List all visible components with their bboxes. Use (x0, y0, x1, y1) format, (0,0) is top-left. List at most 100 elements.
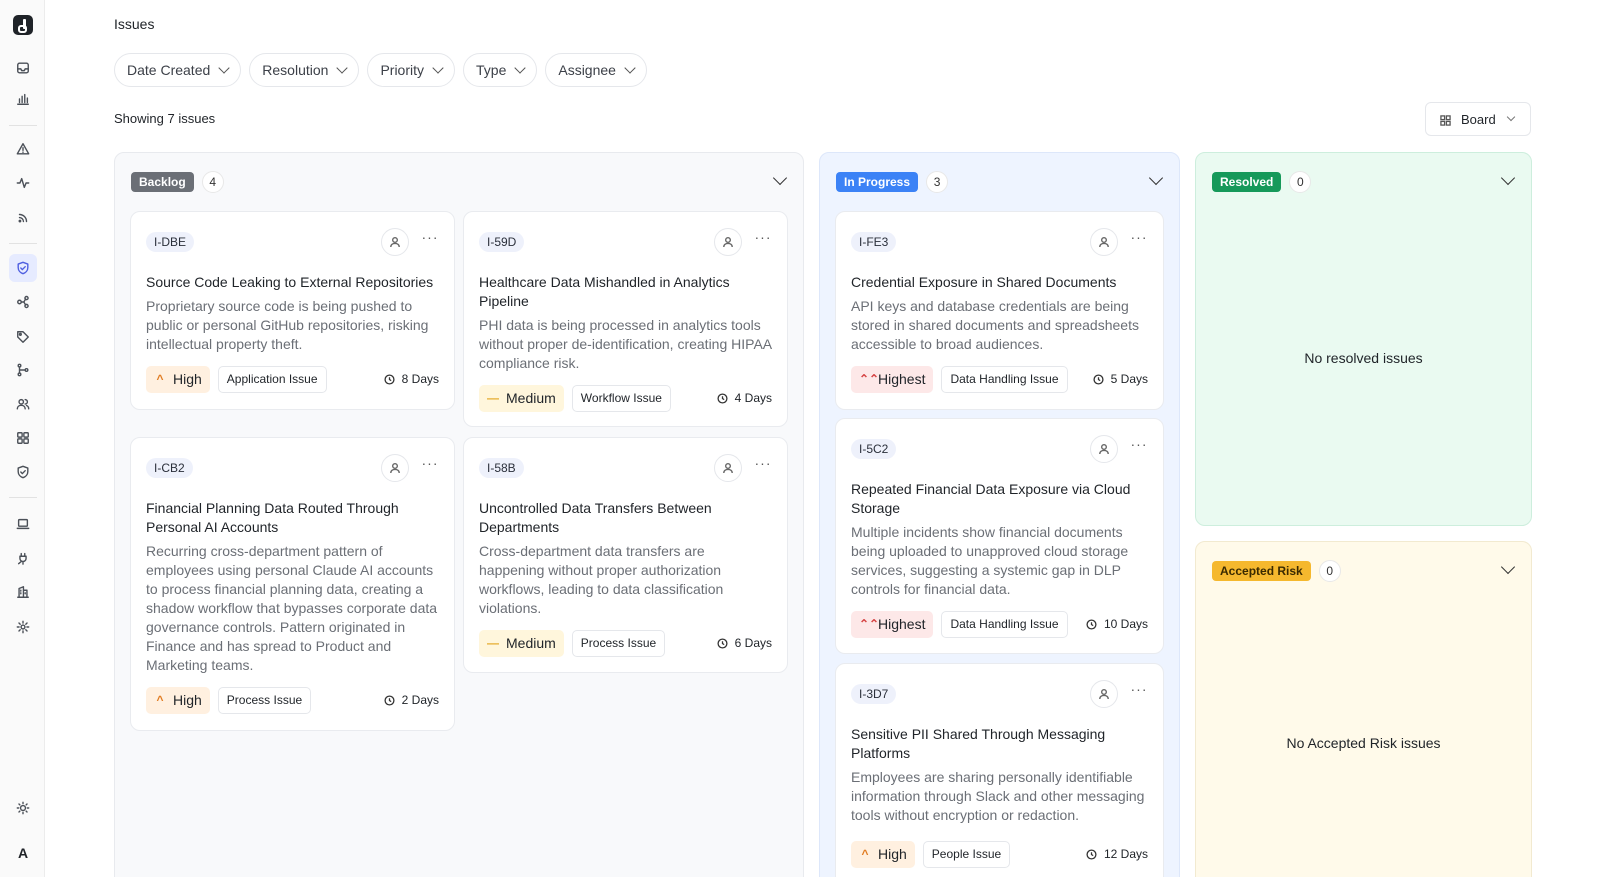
issue-description: Proprietary source code is being pushed … (146, 298, 429, 352)
avatar[interactable]: A (13, 843, 33, 863)
card-footer: ⌃⌃ Highest Data Handling Issue 5 Days (851, 365, 1148, 393)
more-options-button[interactable]: ··· (1129, 682, 1149, 702)
issue-age: 4 Days (717, 391, 772, 405)
branch-icon[interactable] (9, 356, 37, 384)
issue-id: I-FE3 (851, 232, 897, 252)
issue-description: Employees are sharing personally identif… (851, 769, 1145, 823)
feed-icon[interactable] (9, 204, 37, 232)
plug-icon[interactable] (9, 544, 37, 572)
collapse-chevron-icon[interactable] (1148, 170, 1164, 186)
building-icon[interactable] (9, 578, 37, 606)
priority-badge: ^ High (851, 840, 915, 868)
issue-type-tag: Process Issue (571, 629, 666, 657)
shield-icon[interactable] (9, 254, 37, 282)
more-options-button[interactable]: ··· (1129, 230, 1149, 250)
inbox-icon[interactable] (9, 54, 37, 82)
issue-id: I-58B (479, 458, 524, 478)
more-options-button[interactable]: ··· (420, 230, 440, 250)
priority-label: Highest (878, 371, 926, 387)
chevron-down-icon (1506, 112, 1515, 122)
filter-priority[interactable]: Priority (367, 53, 455, 87)
issue-title: Sensitive PII Shared Through Messaging P… (851, 726, 1106, 761)
priority-badge: ⌃⌃ Highest (851, 610, 934, 638)
assign-user-button[interactable] (1090, 680, 1118, 708)
clock-icon (384, 373, 395, 385)
apps-icon[interactable] (9, 424, 37, 452)
activity-icon[interactable] (9, 169, 37, 197)
priority-icon: ⌃⌃ (859, 372, 880, 386)
assign-user-button[interactable] (381, 228, 409, 256)
alert-icon[interactable] (9, 135, 37, 163)
issue-card[interactable]: I-FE3 ··· Credential Exposure in Shared … (835, 211, 1164, 410)
assign-user-button[interactable] (1090, 435, 1118, 463)
priority-label: Medium (506, 635, 556, 651)
assign-user-button[interactable] (714, 454, 742, 482)
users-icon[interactable] (9, 390, 37, 418)
chevron-down-icon (514, 62, 527, 74)
issue-description: PHI data is being processed in analytics… (479, 317, 772, 371)
filter-assignee[interactable]: Assignee (545, 53, 647, 87)
laptop-icon[interactable] (9, 510, 37, 538)
issue-id: I-3D7 (851, 684, 897, 704)
filter-resolution[interactable]: Resolution (249, 53, 360, 87)
filter-date-created[interactable]: Date Created (114, 53, 242, 87)
more-options-button[interactable]: ··· (753, 456, 773, 476)
issue-count: 3 (926, 171, 949, 193)
collapse-chevron-icon[interactable] (1500, 170, 1516, 186)
issue-card[interactable]: I-5C2 ··· Repeated Financial Data Exposu… (835, 418, 1164, 654)
issue-title: Uncontrolled Data Transfers Between Depa… (479, 500, 712, 535)
issue-title: Healthcare Data Mishandled in Analytics … (479, 274, 730, 309)
card-footer: — Medium Workflow Issue 4 Days (479, 384, 772, 412)
age-label: 10 Days (1103, 617, 1148, 631)
priority-badge: ^ High (146, 686, 210, 714)
issue-count: 0 (1289, 171, 1312, 193)
workflow-icon[interactable] (9, 288, 37, 316)
issue-card[interactable]: I-58B ··· Uncontrolled Data Transfers Be… (463, 437, 788, 673)
issue-card[interactable]: I-DBE ··· Source Code Leaking to Externa… (130, 211, 455, 410)
issue-description: API keys and database credentials are be… (851, 298, 1139, 352)
more-options-button[interactable]: ··· (420, 456, 440, 476)
assign-user-button[interactable] (381, 454, 409, 482)
tag-icon[interactable] (9, 323, 37, 351)
clock-icon (384, 694, 395, 706)
filter-type[interactable]: Type (463, 53, 538, 87)
issue-description: Multiple incidents show financial docume… (851, 524, 1129, 597)
clock-icon (1093, 373, 1104, 385)
more-options-button[interactable]: ··· (753, 230, 773, 250)
nav-divider (9, 125, 37, 126)
column-accepted-risk: Accepted Risk 0 No Accepted Risk issues (1195, 541, 1532, 877)
issue-title: Repeated Financial Data Exposure via Clo… (851, 481, 1131, 516)
more-options-button[interactable]: ··· (1129, 437, 1149, 457)
collapse-chevron-icon[interactable] (1500, 559, 1516, 575)
chevron-down-icon (624, 62, 636, 74)
issue-id: I-DBE (146, 232, 195, 252)
filter-label: Assignee (558, 62, 616, 78)
age-label: 8 Days (401, 372, 439, 386)
clock-icon (1086, 618, 1097, 630)
issue-type-tag: Application Issue (217, 365, 327, 393)
issue-card[interactable]: I-3D7 ··· Sensitive PII Shared Through M… (835, 663, 1164, 877)
issue-age: 6 Days (717, 636, 772, 650)
grid-icon (1440, 114, 1451, 126)
issue-age: 2 Days (384, 693, 439, 707)
issue-count: 0 (1318, 560, 1341, 582)
priority-label: High (173, 692, 202, 708)
card-footer: ^ High Process Issue 2 Days (146, 686, 439, 714)
chart-icon[interactable] (9, 85, 37, 113)
issue-id: I-5C2 (851, 439, 897, 459)
chevron-down-icon (336, 62, 349, 74)
sun-icon[interactable] (9, 794, 37, 822)
priority-badge: ⌃⌃ Highest (851, 365, 934, 393)
settings-icon[interactable] (9, 613, 37, 641)
shield-check-icon[interactable] (9, 458, 37, 486)
issue-card[interactable]: I-CB2 ··· Financial Planning Data Routed… (130, 437, 455, 731)
view-select[interactable]: Board (1425, 102, 1531, 136)
assign-user-button[interactable] (1090, 228, 1118, 256)
column-header: Backlog 4 (131, 171, 224, 193)
issue-title: Source Code Leaking to External Reposito… (146, 274, 434, 290)
assign-user-button[interactable] (714, 228, 742, 256)
issue-type-tag: Data Handling Issue (941, 365, 1068, 393)
issue-card[interactable]: I-59D ··· Healthcare Data Mishandled in … (463, 211, 788, 427)
logo[interactable] (13, 15, 33, 35)
collapse-chevron-icon[interactable] (772, 170, 788, 186)
